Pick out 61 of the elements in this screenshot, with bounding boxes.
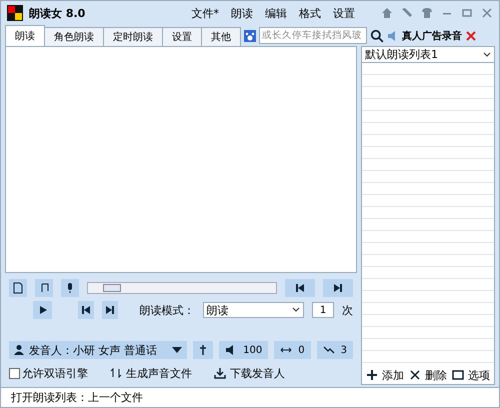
next-sentence-button[interactable] [102, 301, 118, 319]
paw-icon [244, 30, 256, 42]
search-field[interactable]: 或长久停车接拭挡风玻 [259, 27, 367, 44]
menu-item[interactable]: 文件* [192, 6, 219, 20]
menu-item[interactable]: 编辑 [265, 6, 287, 20]
tab[interactable]: 朗读 [5, 25, 45, 46]
plus-icon [366, 369, 378, 381]
checkbox-label: 允许双语引擎 [22, 366, 88, 380]
close-icon [481, 7, 493, 19]
slider-thumb[interactable] [103, 284, 122, 292]
mode-label: 朗读模式： [140, 302, 195, 318]
search-icon [370, 28, 384, 42]
previous-sentence-button[interactable] [78, 301, 94, 319]
app-logo-icon [7, 5, 23, 21]
play-button[interactable] [33, 301, 52, 319]
menu-item[interactable]: 设置 [333, 6, 355, 20]
voice-effect-button[interactable] [193, 341, 214, 359]
tab[interactable]: 其他 [201, 27, 241, 46]
generate-audio-button[interactable]: 生成声音文件 [110, 366, 192, 380]
playlist-button[interactable]: 选项 [452, 368, 490, 382]
playlist-button[interactable]: 删除 [409, 368, 447, 382]
chevron-icon [292, 307, 300, 313]
window-title: 朗读女 8.0 [29, 6, 86, 20]
chevron-icon [483, 52, 491, 58]
microphone-button[interactable] [61, 279, 79, 297]
pitch-button[interactable]: 3 [316, 341, 353, 359]
document-icon [12, 282, 24, 294]
mode-dropdown[interactable]: 朗读 [202, 302, 304, 318]
person-icon [13, 344, 25, 356]
convert-icon [110, 367, 122, 379]
playlist-button[interactable]: 添加 [366, 368, 404, 382]
skip-forward-icon [332, 282, 344, 294]
bilingual-checkbox[interactable] [9, 368, 20, 378]
close-icon [409, 369, 421, 381]
music-button[interactable] [35, 279, 53, 297]
speaker-dropdown[interactable]: 发音人：小研 女声 普通话 [9, 341, 188, 359]
menu-item[interactable]: 朗读 [231, 6, 253, 20]
repeat-field[interactable]: 1 [312, 302, 334, 318]
download-voice-button[interactable]: 下载发音人 [214, 366, 285, 380]
status-bar: 打开朗读列表：上一个文件 [1, 387, 499, 407]
previous-button[interactable] [285, 279, 315, 297]
position-slider[interactable] [87, 282, 277, 294]
skip-forward-icon [104, 304, 116, 316]
speed-button[interactable]: 0 [274, 341, 311, 359]
tab[interactable]: 定时朗读 [103, 27, 163, 46]
document-button[interactable] [9, 279, 27, 297]
next-button[interactable] [323, 279, 353, 297]
maximize-icon [461, 7, 473, 19]
repeat-unit: 次 [342, 302, 353, 318]
skip-back-icon [80, 304, 92, 316]
download-icon [214, 367, 226, 379]
ad-recording-button[interactable]: 真人广告录音 [387, 28, 462, 42]
window-icon [452, 369, 464, 381]
tab[interactable]: 角色朗读 [44, 27, 104, 46]
menu-item[interactable]: 格式 [299, 6, 321, 20]
close-icon [465, 30, 477, 42]
shirt-icon [421, 7, 433, 19]
home-icon [381, 7, 393, 19]
volume-button[interactable]: 100 [219, 341, 268, 359]
skip-back-icon [294, 282, 306, 294]
tab[interactable]: 设置 [162, 27, 202, 46]
